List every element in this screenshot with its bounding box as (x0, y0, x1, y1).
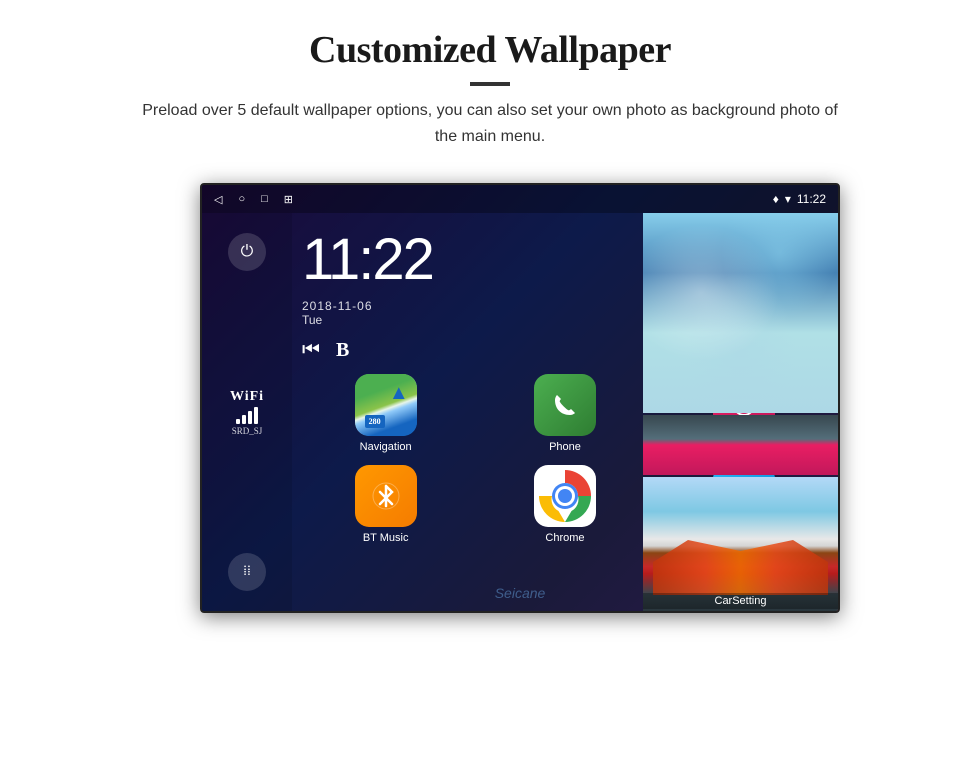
wifi-ssid: SRD_SJ (232, 426, 263, 436)
nav-shield: 280 (365, 415, 385, 428)
bluetooth-icon (368, 478, 404, 514)
clock-time: 11:22 (302, 231, 433, 289)
phone-app-label: Phone (549, 441, 581, 453)
recents-icon[interactable]: □ (261, 193, 268, 205)
bt-app-icon[interactable] (355, 465, 417, 527)
wifi-status-icon: ▾ (785, 192, 791, 206)
app-item-bt-music[interactable]: BT Music (302, 465, 469, 544)
chrome-app-label: Chrome (545, 532, 584, 544)
left-sidebar: ⏻ WiFi SRD_SJ ⁞⁞ (202, 213, 292, 611)
phone-app-icon[interactable] (534, 374, 596, 436)
navigation-app-icon[interactable]: 280 ▲ (355, 374, 417, 436)
wifi-bar-1 (236, 419, 240, 424)
home-icon[interactable]: ○ (238, 193, 245, 205)
wifi-bar-2 (242, 415, 246, 424)
status-right: ♦ ▾ 11:22 (773, 192, 826, 206)
wallpaper-panel: CarSetting (643, 213, 838, 613)
main-content: ⏻ WiFi SRD_SJ ⁞⁞ (202, 213, 838, 611)
clock-date: 2018-11-06 (302, 299, 433, 313)
screen-wrapper: ◁ ○ □ ⊞ ♦ ▾ 11:22 ⏻ WiFi (200, 183, 980, 613)
wifi-bar-3 (248, 411, 252, 424)
wifi-bar-4 (254, 407, 258, 424)
page-header: Customized Wallpaper Preload over 5 defa… (0, 0, 980, 163)
android-screen: ◁ ○ □ ⊞ ♦ ▾ 11:22 ⏻ WiFi (200, 183, 840, 613)
nav-arrow-icon: ▲ (389, 382, 409, 405)
title-divider (470, 82, 510, 86)
location-icon: ♦ (773, 192, 779, 206)
status-bar: ◁ ○ □ ⊞ ♦ ▾ 11:22 (202, 185, 838, 213)
ice-wallpaper (643, 213, 838, 413)
watermark: Seicane (495, 585, 546, 601)
page-title: Customized Wallpaper (80, 28, 900, 72)
clock-date-area: 2018-11-06 Tue (302, 299, 433, 327)
chrome-app-icon[interactable] (534, 465, 596, 527)
wifi-bars (236, 407, 258, 424)
mid-wallpaper-content (643, 415, 838, 475)
wallpaper-mid[interactable] (643, 415, 838, 475)
chrome-icon (538, 469, 592, 523)
app-item-chrome[interactable]: Chrome (481, 465, 648, 544)
prev-track-icon[interactable]: ⏮ (302, 339, 320, 362)
apps-button[interactable]: ⁞⁞ (228, 553, 266, 591)
wifi-label: WiFi (230, 389, 264, 405)
bridge-overlay (653, 540, 828, 595)
next-letter-label: B (336, 339, 349, 362)
nav-app-inner: 280 ▲ (355, 374, 417, 436)
app-item-navigation[interactable]: 280 ▲ Navigation (302, 374, 469, 453)
carsetting-label[interactable]: CarSetting (643, 593, 838, 609)
navigation-app-label: Navigation (360, 441, 412, 453)
page-subtitle: Preload over 5 default wallpaper options… (130, 98, 850, 149)
wifi-widget: WiFi SRD_SJ (230, 389, 264, 436)
app-item-phone[interactable]: Phone (481, 374, 648, 453)
wallpaper-top[interactable] (643, 213, 838, 413)
status-time: 11:22 (797, 192, 826, 206)
nav-icons: ◁ ○ □ ⊞ (214, 193, 293, 206)
phone-icon (547, 387, 583, 423)
bt-music-app-label: BT Music (363, 532, 409, 544)
clock-day: Tue (302, 313, 433, 327)
back-icon[interactable]: ◁ (214, 193, 222, 206)
screenshot-icon[interactable]: ⊞ (284, 193, 293, 206)
power-button[interactable]: ⏻ (228, 233, 266, 271)
